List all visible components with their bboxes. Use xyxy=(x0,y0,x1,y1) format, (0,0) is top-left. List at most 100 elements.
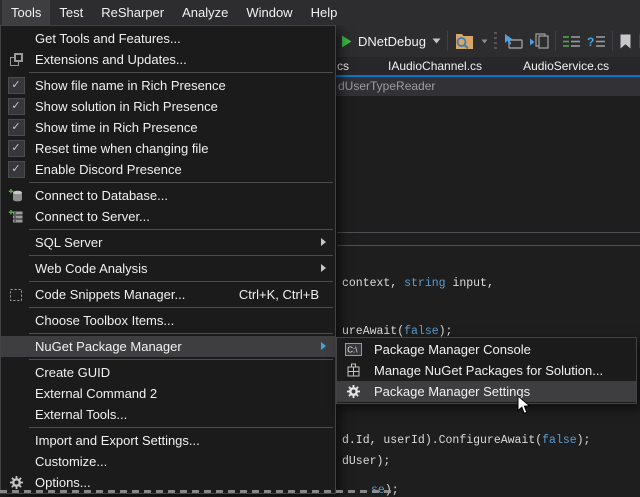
menu-item-label: Show time in Rich Presence xyxy=(35,120,198,135)
menu-item-label: Manage NuGet Packages for Solution... xyxy=(374,363,603,378)
mouse-cursor xyxy=(517,395,531,420)
menu-separator xyxy=(29,72,333,73)
menu-item-label: Options... xyxy=(35,475,91,490)
menu-item-gutter: ✓ xyxy=(1,98,31,115)
code-text-token: dUser); xyxy=(342,455,390,468)
menu-item-label: Reset time when changing file xyxy=(35,141,208,156)
menu-separator xyxy=(29,333,333,334)
menu-item-show-solution-in-rich-presence[interactable]: ✓ Show solution in Rich Presence xyxy=(1,96,335,117)
menu-item-label: Code Snippets Manager... xyxy=(35,287,185,302)
code-text-token: d.Id, userId).ConfigureAwait( xyxy=(342,434,542,447)
menu-item-label: Package Manager Console xyxy=(374,342,531,357)
code-line: dUser); xyxy=(342,455,390,469)
menu-item-gutter xyxy=(337,363,369,378)
menu-item-shortcut: Ctrl+K, Ctrl+B xyxy=(239,287,335,302)
menu-item-import-and-export-settings[interactable]: Import and Export Settings... xyxy=(1,430,335,451)
menu-item-label: Show solution in Rich Presence xyxy=(35,99,218,114)
menu-item-connect-to-server[interactable]: Connect to Server... xyxy=(1,206,335,227)
menu-separator xyxy=(29,229,333,230)
menu-separator xyxy=(29,307,333,308)
menu-item-label: Web Code Analysis xyxy=(35,261,148,276)
menubar-item-test[interactable]: Test xyxy=(50,0,92,25)
menubar-item-resharper[interactable]: ReSharper xyxy=(92,0,173,25)
checkmark-icon: ✓ xyxy=(8,161,25,178)
menu-item-gutter: ✓ xyxy=(1,77,31,94)
gear-light-icon xyxy=(346,384,361,399)
menubar-item-analyze[interactable]: Analyze xyxy=(173,0,237,25)
code-keyword-token: string xyxy=(404,277,445,290)
menu-item-show-time-in-rich-presence[interactable]: ✓ Show time in Rich Presence xyxy=(1,117,335,138)
menu-item-gutter xyxy=(1,52,31,67)
menubar-item-window[interactable]: Window xyxy=(237,0,301,25)
menu-separator xyxy=(29,359,333,360)
menu-item-external-command-2[interactable]: External Command 2 xyxy=(1,383,335,404)
tools-menu-dropdown: Get Tools and Features... Extensions and … xyxy=(0,25,336,494)
menu-item-show-file-name-in-rich-presence[interactable]: ✓ Show file name in Rich Presence xyxy=(1,75,335,96)
menu-item-label: Connect to Server... xyxy=(35,209,150,224)
database-add-icon xyxy=(8,188,24,203)
menu-item-reset-time-when-changing-file[interactable]: ✓ Reset time when changing file xyxy=(1,138,335,159)
code-text-token: ); xyxy=(577,434,591,447)
menu-item-choose-toolbox-items[interactable]: Choose Toolbox Items... xyxy=(1,310,335,331)
menu-item-label: SQL Server xyxy=(35,235,102,250)
menu-item-gutter xyxy=(1,209,31,224)
checkmark-icon: ✓ xyxy=(8,77,25,94)
editor-separator-line xyxy=(337,232,640,233)
menu-item-label: NuGet Package Manager xyxy=(35,339,182,354)
checkmark-icon: ✓ xyxy=(8,119,25,136)
menu-item-package-manager-console[interactable]: C:\ Package Manager Console xyxy=(337,339,636,360)
menu-item-label: Choose Toolbox Items... xyxy=(35,313,174,328)
nuget-package-manager-submenu: C:\ Package Manager Console Manage NuGet P… xyxy=(336,337,637,404)
menu-item-gutter: C:\ xyxy=(337,343,369,356)
checkmark-icon: ✓ xyxy=(8,140,25,157)
menu-separator xyxy=(29,255,333,256)
menu-item-label: Show file name in Rich Presence xyxy=(35,78,226,93)
menu-separator xyxy=(29,427,333,428)
snippets-icon xyxy=(9,288,23,302)
menubar-item-tools[interactable]: Tools xyxy=(2,0,50,25)
menu-item-label: Customize... xyxy=(35,454,107,469)
code-keyword-token: false xyxy=(542,434,577,447)
menu-item-label: Connect to Database... xyxy=(35,188,168,203)
submenu-arrow-icon xyxy=(321,342,326,350)
visual-studio-window: dUserTypeReader ToolsTestReSharperAnalyz… xyxy=(0,0,640,497)
code-line: d.Id, userId).ConfigureAwait(false); xyxy=(342,434,590,448)
menu-item-label: Extensions and Updates... xyxy=(35,52,187,67)
menu-item-label: Create GUID xyxy=(35,365,110,380)
menu-item-gutter xyxy=(1,288,31,302)
menu-item-external-tools[interactable]: External Tools... xyxy=(1,404,335,425)
menu-separator xyxy=(29,281,333,282)
editor-separator-line xyxy=(337,245,640,246)
menu-item-sql-server[interactable]: SQL Server xyxy=(1,232,335,253)
menu-item-code-snippets-manager[interactable]: Code Snippets Manager... Ctrl+K, Ctrl+B xyxy=(1,284,335,305)
menu-item-label: Package Manager Settings xyxy=(374,384,530,399)
menu-item-gutter: ✓ xyxy=(1,119,31,136)
menu-item-label: External Command 2 xyxy=(35,386,157,401)
nuget-manage-icon xyxy=(346,363,361,378)
menu-item-extensions-and-updates[interactable]: Extensions and Updates... xyxy=(1,49,335,70)
menubar-item-help[interactable]: Help xyxy=(302,0,347,25)
menu-item-label: Import and Export Settings... xyxy=(35,433,200,448)
menu-item-label: Enable Discord Presence xyxy=(35,162,182,177)
menu-item-web-code-analysis[interactable]: Web Code Analysis xyxy=(1,258,335,279)
code-text-token: context, xyxy=(342,277,404,290)
submenu-arrow-icon xyxy=(321,264,326,272)
menu-item-gutter: ✓ xyxy=(1,140,31,157)
menu-item-connect-to-database[interactable]: Connect to Database... xyxy=(1,185,335,206)
clipped-line-artifact xyxy=(0,490,392,493)
menu-item-gutter xyxy=(1,188,31,203)
menu-item-gutter xyxy=(337,384,369,399)
menu-item-get-tools-and-features[interactable]: Get Tools and Features... xyxy=(1,28,335,49)
extensions-icon xyxy=(9,52,24,67)
menu-item-customize[interactable]: Customize... xyxy=(1,451,335,472)
menu-item-package-manager-settings[interactable]: Package Manager Settings xyxy=(337,381,636,402)
menu-item-create-guid[interactable]: Create GUID xyxy=(1,362,335,383)
code-line: context, string input, xyxy=(342,277,494,291)
menu-item-nuget-package-manager[interactable]: NuGet Package Manager xyxy=(1,336,335,357)
menu-bar: ToolsTestReSharperAnalyzeWindowHelp xyxy=(0,0,640,25)
gear-icon xyxy=(9,475,24,490)
menu-item-enable-discord-presence[interactable]: ✓ Enable Discord Presence xyxy=(1,159,335,180)
menu-separator xyxy=(29,182,333,183)
menu-item-gutter: ✓ xyxy=(1,161,31,178)
menu-item-manage-nuget-packages-for-solution[interactable]: Manage NuGet Packages for Solution... xyxy=(337,360,636,381)
